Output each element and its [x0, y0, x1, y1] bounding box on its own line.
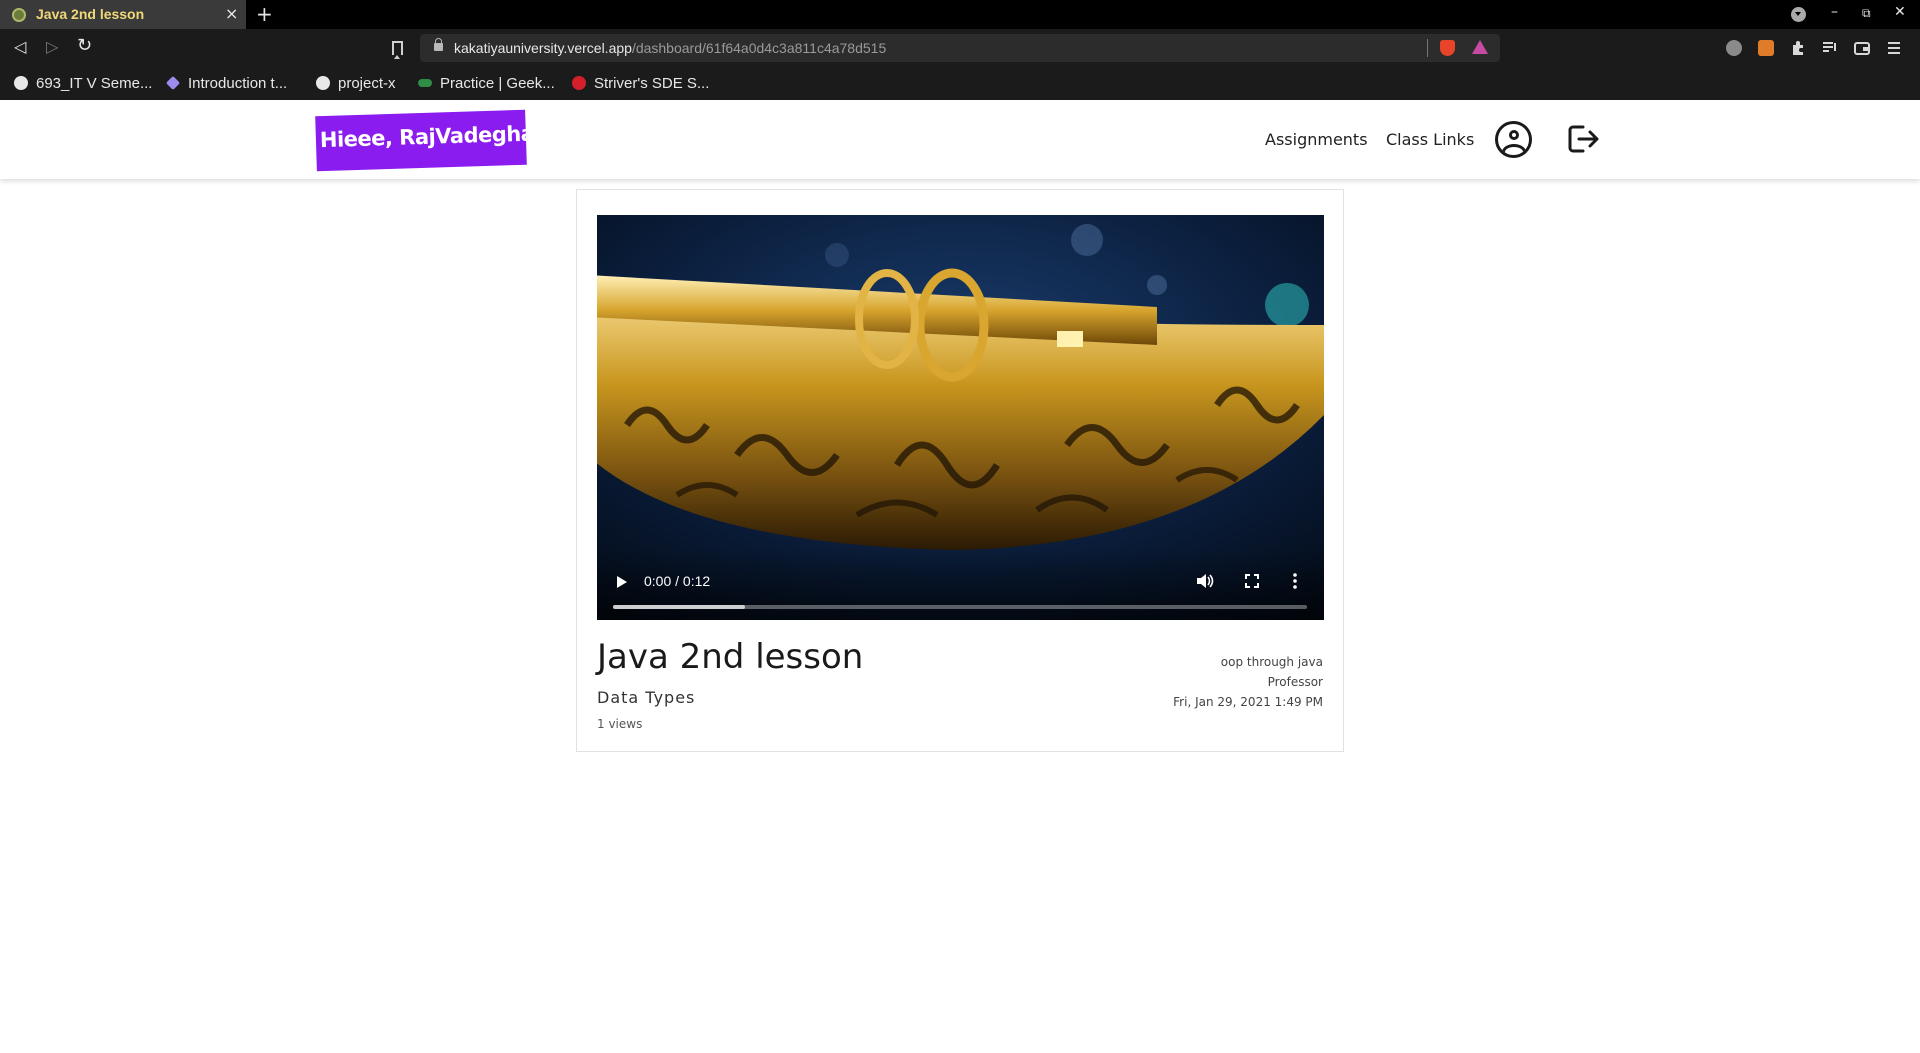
lesson-topic: Data Types: [597, 688, 696, 707]
wallet-icon[interactable]: [1854, 40, 1870, 56]
brand-logo[interactable]: Hieee, RajVadeghar: [315, 109, 545, 172]
lock-icon[interactable]: [434, 38, 443, 51]
bookmark-item[interactable]: Striver's SDE S...: [572, 74, 709, 92]
video-player[interactable]: 0:00 / 0:12: [597, 215, 1324, 620]
bookmarks-bar: 693_IT V Seme... Introduction t... proje…: [0, 67, 1920, 100]
tab-title: Java 2nd lesson: [36, 6, 145, 22]
browser-tab-bar: Java 2nd lesson × + – ⧉ ✕: [0, 0, 1920, 29]
profile-icon[interactable]: [1495, 121, 1532, 158]
brand-greeting: Hieee, RajVadeghar: [319, 121, 545, 153]
extension-icon[interactable]: [1726, 40, 1742, 56]
lesson-card: 0:00 / 0:12 Java 2nd lesson Data Types 1…: [576, 189, 1344, 752]
forward-button[interactable]: ▷: [46, 37, 58, 56]
media-controls-icon[interactable]: [1822, 40, 1838, 56]
bookmark-item[interactable]: Introduction t...: [165, 74, 288, 92]
brave-rewards-icon[interactable]: [1472, 40, 1488, 54]
globe-icon: [14, 76, 28, 90]
menu-icon[interactable]: [1886, 40, 1902, 56]
minimize-button[interactable]: –: [1831, 4, 1838, 20]
browser-toolbar: ◁ ▷ ↻ kakatiyauniversity.vercel.app/dash…: [0, 29, 1920, 67]
brave-shields-icon[interactable]: [1440, 40, 1455, 56]
address-bar[interactable]: kakatiyauniversity.vercel.app/dashboard/…: [420, 34, 1500, 62]
restore-button[interactable]: ⧉: [1862, 6, 1871, 21]
bookmark-item[interactable]: project-x: [316, 74, 396, 92]
lesson-date: Fri, Jan 29, 2021 1:49 PM: [1173, 695, 1323, 709]
site-navbar: Hieee, RajVadeghar Assignments Class Lin…: [0, 100, 1920, 179]
active-tab[interactable]: Java 2nd lesson ×: [0, 0, 246, 29]
url-divider: [1427, 39, 1428, 57]
bookmark-label: 693_IT V Seme...: [36, 74, 153, 92]
new-tab-button[interactable]: +: [256, 2, 273, 26]
bookmark-label: Striver's SDE S...: [594, 74, 710, 92]
bookmark-label: Introduction t...: [188, 74, 288, 92]
bookmark-item[interactable]: 693_IT V Seme...: [14, 74, 152, 92]
lesson-title: Java 2nd lesson: [597, 637, 864, 677]
video-controls: 0:00 / 0:12: [597, 548, 1324, 620]
lesson-author-role: Professor: [1267, 675, 1323, 689]
fullscreen-icon[interactable]: [1245, 574, 1259, 588]
bookmark-label: Practice | Geek...: [440, 74, 555, 92]
nav-link-assignments[interactable]: Assignments: [1265, 130, 1368, 149]
site-favicon-icon: [12, 8, 26, 22]
nav-link-class-links[interactable]: Class Links: [1386, 130, 1474, 149]
bookmark-page-icon[interactable]: [392, 41, 403, 59]
url-path: /dashboard/61f64a0d4c3a811c4a78d515: [631, 40, 887, 56]
lesson-subject: oop through java: [1220, 655, 1323, 669]
back-button[interactable]: ◁: [14, 37, 26, 56]
ethereum-icon: [165, 75, 181, 91]
reload-button[interactable]: ↻: [77, 35, 92, 56]
metamask-icon[interactable]: [1758, 40, 1774, 56]
volume-icon[interactable]: [1196, 573, 1214, 589]
lesson-views: 1 views: [597, 717, 643, 731]
play-icon[interactable]: [617, 576, 627, 588]
bookmark-item[interactable]: Practice | Geek...: [418, 74, 555, 92]
video-time: 0:00 / 0:12: [644, 573, 711, 589]
extensions-puzzle-icon[interactable]: [1790, 40, 1806, 56]
github-icon: [316, 76, 330, 90]
bookmark-label: project-x: [338, 74, 396, 92]
close-window-button[interactable]: ✕: [1894, 4, 1906, 20]
page-content: Hieee, RajVadeghar Assignments Class Lin…: [0, 100, 1920, 1053]
more-options-icon[interactable]: [1293, 573, 1297, 589]
url-host: kakatiyauniversity.vercel.app: [454, 40, 632, 56]
url-text[interactable]: kakatiyauniversity.vercel.app/dashboard/…: [454, 40, 886, 56]
tab-search-dropdown-icon[interactable]: [1791, 7, 1806, 22]
logout-icon[interactable]: [1565, 121, 1601, 157]
video-progress-bar[interactable]: [613, 605, 1307, 609]
tab-close-icon[interactable]: ×: [225, 4, 238, 23]
video-buffered-bar: [613, 605, 745, 609]
geeksforgeeks-icon: [418, 79, 432, 87]
tuf-icon: [572, 76, 586, 90]
